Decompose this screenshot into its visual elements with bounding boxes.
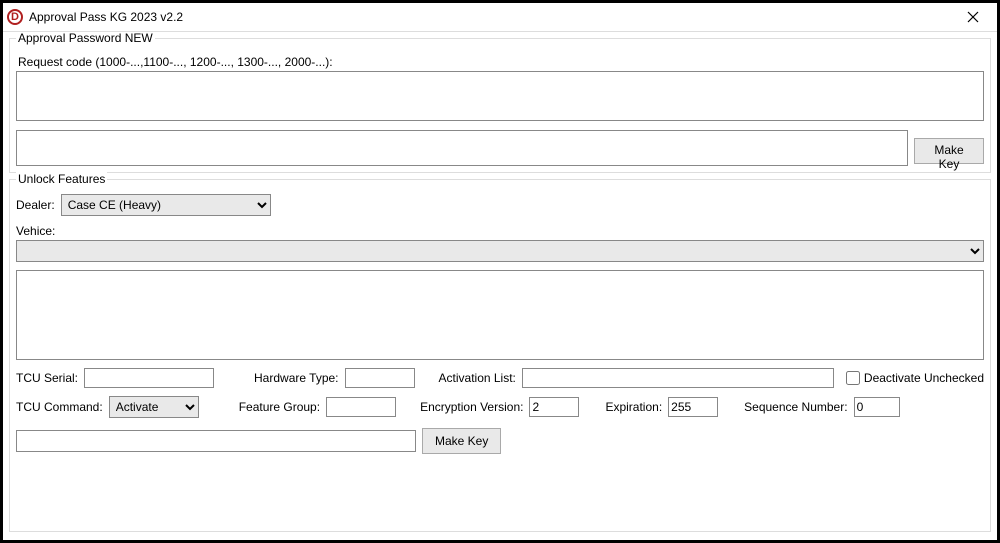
app-icon: D	[7, 9, 23, 25]
app-window: D Approval Pass KG 2023 v2.2 Approval Pa…	[2, 2, 998, 541]
close-icon	[967, 11, 979, 23]
sequence-number-input[interactable]	[854, 397, 900, 417]
unlock-key-output[interactable]	[16, 430, 416, 452]
window-title: Approval Pass KG 2023 v2.2	[29, 10, 953, 24]
group-unlock-features-legend: Unlock Features	[16, 172, 107, 186]
group-approval-password-legend: Approval Password NEW	[16, 32, 155, 45]
feature-group-input[interactable]	[326, 397, 396, 417]
vehicle-select[interactable]	[16, 240, 984, 262]
deactivate-unchecked-checkbox[interactable]: Deactivate Unchecked	[846, 371, 984, 385]
make-key-button-bottom[interactable]: Make Key	[422, 428, 501, 454]
approval-key-output[interactable]	[16, 130, 908, 166]
deactivate-unchecked-label: Deactivate Unchecked	[864, 371, 984, 385]
tcu-serial-input[interactable]	[84, 368, 214, 388]
request-code-label: Request code (1000-...,1100-..., 1200-..…	[18, 55, 984, 69]
hardware-type-input[interactable]	[345, 368, 415, 388]
dealer-select[interactable]: Case CE (Heavy)	[61, 194, 271, 216]
group-unlock-features: Unlock Features Dealer: Case CE (Heavy) …	[9, 179, 991, 532]
client-area: Approval Password NEW Request code (1000…	[3, 32, 997, 540]
hardware-type-label: Hardware Type:	[254, 371, 339, 385]
tcu-command-label: TCU Command:	[16, 400, 103, 414]
group-approval-password: Approval Password NEW Request code (1000…	[9, 38, 991, 173]
activation-list-label: Activation List:	[439, 371, 516, 385]
sequence-number-label: Sequence Number:	[744, 400, 847, 414]
tcu-command-select[interactable]: Activate	[109, 396, 199, 418]
close-button[interactable]	[953, 3, 993, 31]
tcu-serial-label: TCU Serial:	[16, 371, 78, 385]
make-key-button-top[interactable]: Make Key	[914, 138, 984, 164]
deactivate-unchecked-input[interactable]	[846, 371, 860, 385]
titlebar: D Approval Pass KG 2023 v2.2	[3, 3, 997, 32]
feature-group-label: Feature Group:	[239, 400, 320, 414]
encryption-version-input[interactable]	[529, 397, 579, 417]
activation-list-input[interactable]	[522, 368, 834, 388]
unlock-output-text[interactable]	[16, 270, 984, 360]
expiration-label: Expiration:	[605, 400, 662, 414]
vehicle-label: Vehice:	[16, 224, 984, 238]
dealer-label: Dealer:	[16, 198, 55, 212]
request-code-input[interactable]	[16, 71, 984, 121]
encryption-version-label: Encryption Version:	[420, 400, 523, 414]
expiration-input[interactable]	[668, 397, 718, 417]
